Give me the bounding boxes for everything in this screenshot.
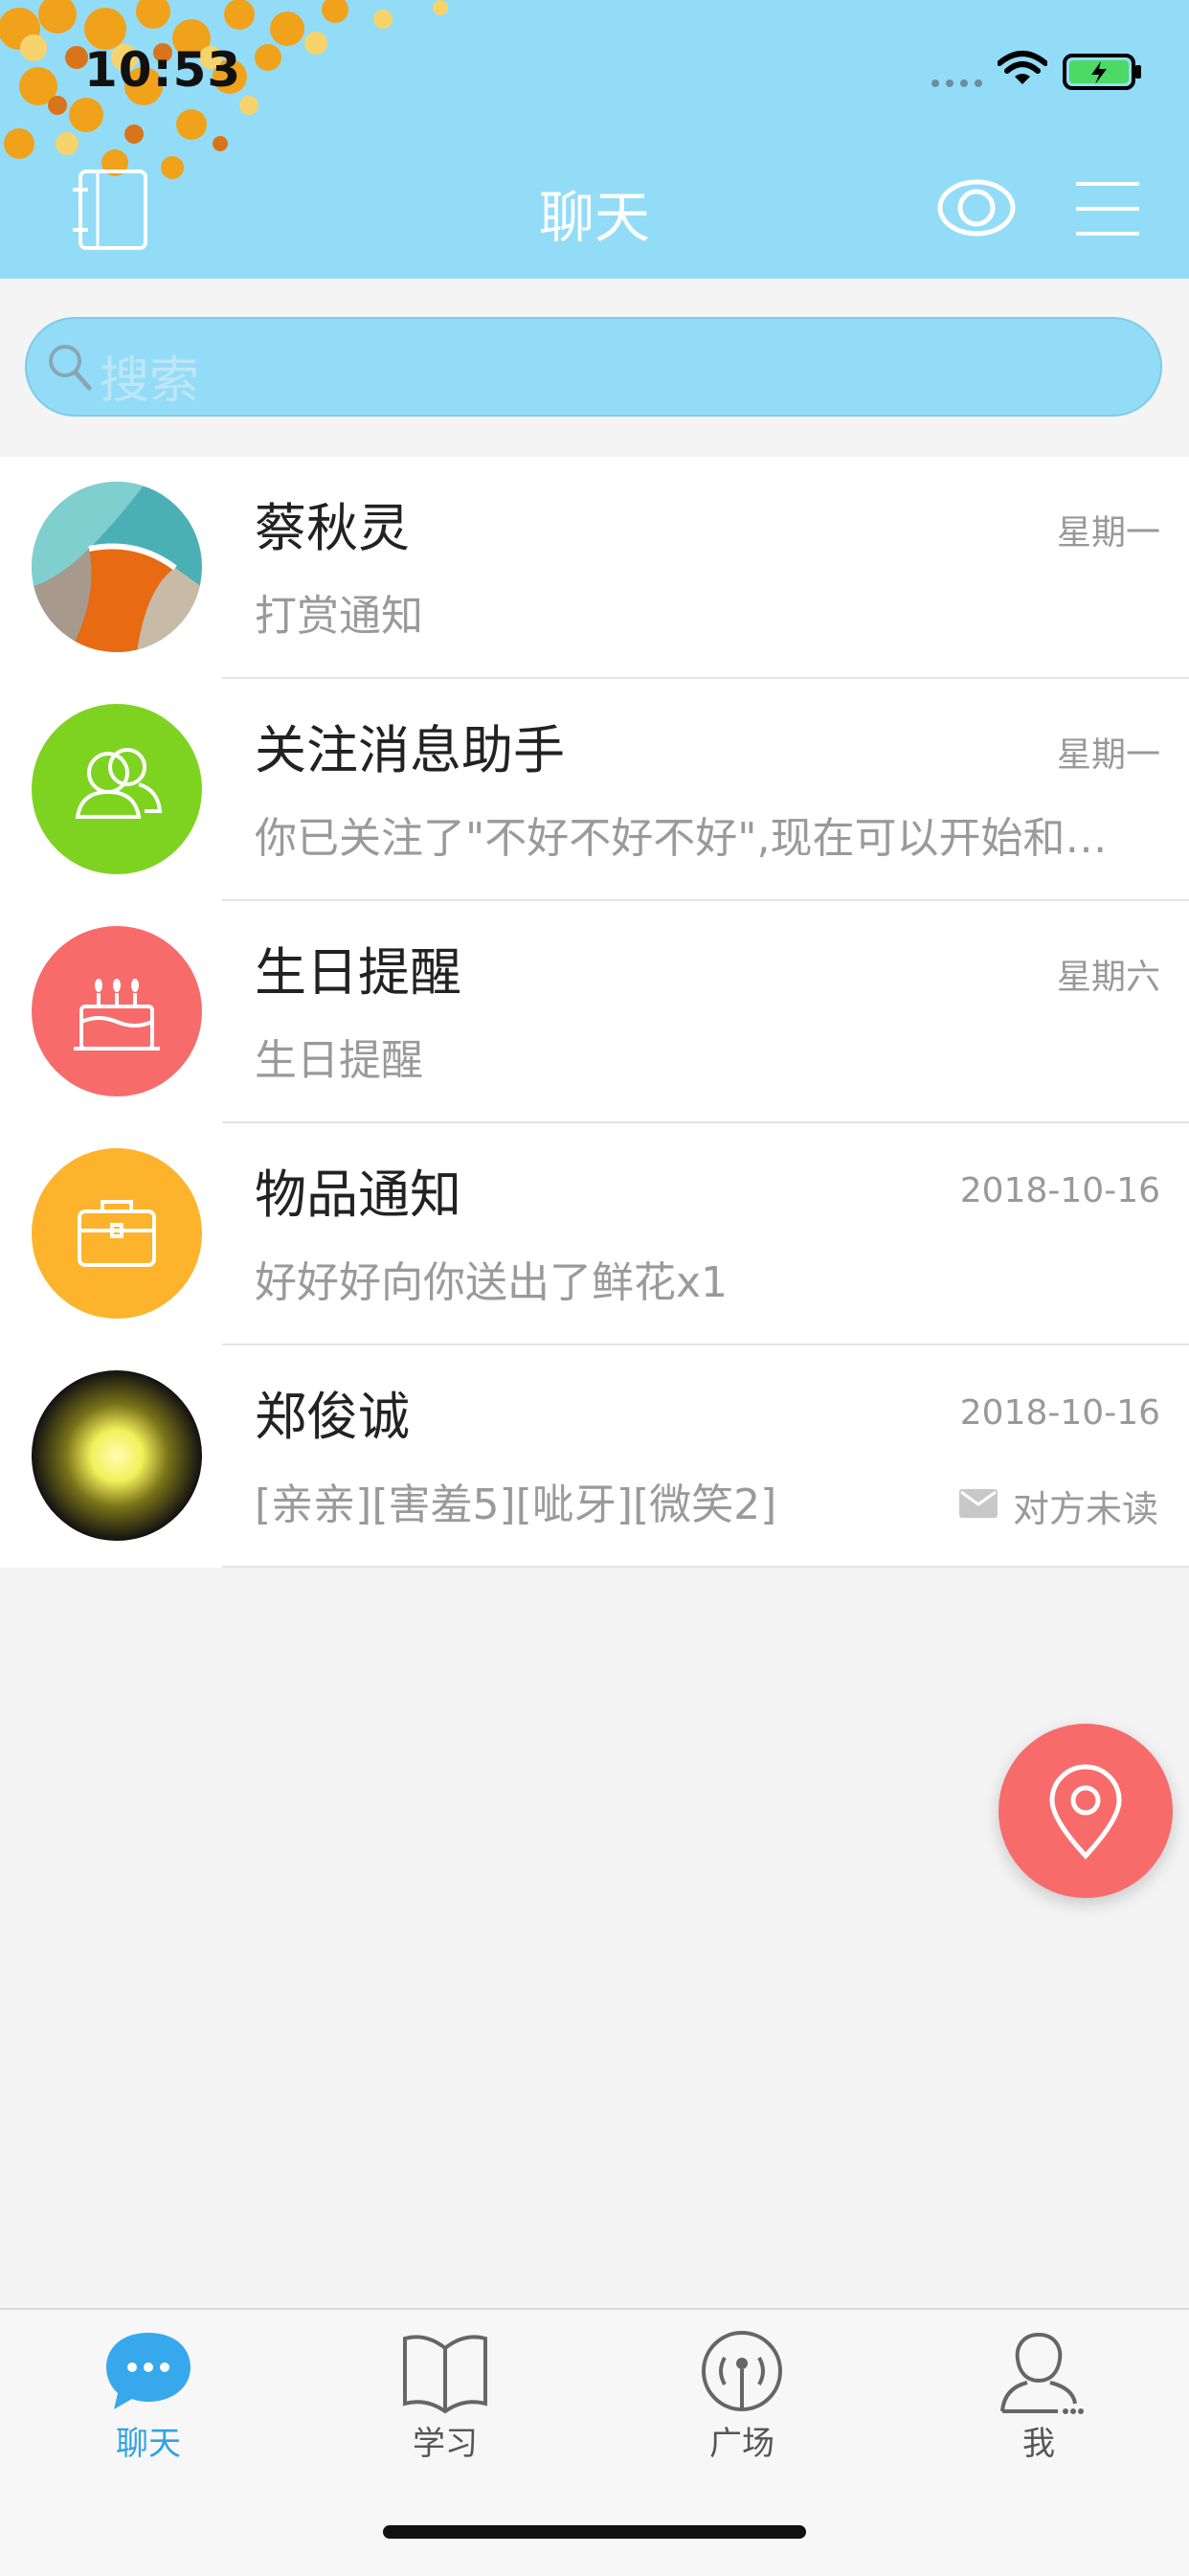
tab-label: 学习 [413,2425,478,2463]
divider [222,1566,1189,1568]
chat-preview: [亲亲][害羞5][呲牙][微笑2] [255,1480,777,1529]
avatar [32,704,202,874]
chat-time: 2018-10-16 [959,1393,1160,1433]
status-time: 10:53 [84,42,242,98]
tab-label: 我 [1022,2425,1055,2463]
tab-me[interactable]: 我 [890,2310,1187,2482]
birthday-cake-icon [74,979,160,1051]
person-icon [1000,2332,1084,2414]
chat-list: 蔡秋灵 星期一 打赏通知 关注消息助手 星期一 你已关注了"不好不好不好",现在… [0,457,1189,1568]
wifi-icon [998,51,1047,84]
tab-study[interactable]: 学习 [297,2310,594,2482]
chat-time: 星期一 [1056,735,1160,775]
search-input[interactable]: 搜索 [25,317,1162,417]
chat-item[interactable]: 郑俊诚 2018-10-16 [亲亲][害羞5][呲牙][微笑2] 对方未读 [0,1345,1189,1568]
search-icon [49,345,92,391]
book-icon [403,2335,487,2414]
chat-preview: 生日提醒 [255,1036,423,1085]
avatar-glow-image [32,1370,202,1541]
eye-icon[interactable] [936,178,1017,237]
tab-label: 聊天 [116,2425,181,2463]
chat-preview: 你已关注了"不好不好不好",现在可以开始和他聊天了 [255,814,1126,863]
avatar [32,482,202,652]
signal-icon [931,79,982,87]
chat-item[interactable]: 关注消息助手 星期一 你已关注了"不好不好不好",现在可以开始和他聊天了 [0,679,1189,901]
home-indicator[interactable] [383,2525,806,2539]
read-status: 对方未读 [1012,1488,1158,1530]
chat-name: 郑俊诚 [255,1387,410,1447]
location-pin-icon [1049,1764,1122,1860]
chat-item[interactable]: 物品通知 2018-10-16 好好好向你送出了鲜花x1 [0,1123,1189,1345]
autumn-leaves-decoration [0,0,448,179]
avatar [32,1370,202,1541]
avatar [32,926,202,1096]
battery-icon [1063,54,1141,90]
tab-label: 广场 [709,2425,774,2463]
chat-name: 蔡秋灵 [255,498,410,558]
mail-icon [959,1489,998,1518]
briefcase-icon [78,1200,156,1267]
avatar-beach-image [32,482,202,652]
avatar [32,1148,202,1319]
chat-time: 星期六 [1056,958,1160,997]
follow-assistant-icon [75,748,163,819]
tab-square[interactable]: 广场 [594,2310,890,2482]
location-fab-button[interactable] [998,1724,1173,1898]
menu-icon[interactable] [1074,180,1141,237]
chat-bubble-icon [106,2333,191,2409]
chat-item[interactable]: 生日提醒 星期六 生日提醒 [0,901,1189,1123]
chat-time: 星期一 [1056,513,1160,553]
tab-chat[interactable]: 聊天 [0,2310,297,2482]
chat-item[interactable]: 蔡秋灵 星期一 打赏通知 [0,457,1189,679]
chat-name: 关注消息助手 [255,720,565,780]
chat-time: 2018-10-16 [959,1171,1160,1210]
chat-name: 物品通知 [255,1164,461,1225]
chat-preview: 打赏通知 [255,592,423,641]
search-section: 搜索 [0,279,1189,457]
chat-preview: 好好好向你送出了鲜花x1 [255,1258,729,1307]
search-placeholder: 搜索 [100,352,200,410]
chat-name: 生日提醒 [255,942,461,1003]
broadcast-icon [702,2331,782,2411]
top-header: 10:53 聊天 [0,0,1189,279]
